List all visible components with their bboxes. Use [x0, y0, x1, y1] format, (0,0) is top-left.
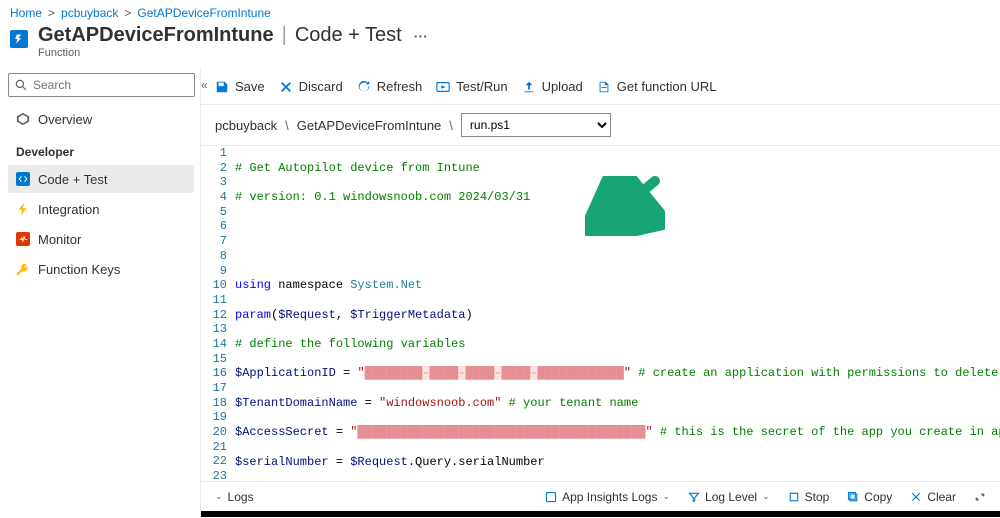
title-name: GetAPDeviceFromIntune — [38, 24, 274, 47]
upload-icon — [522, 80, 536, 94]
breadcrumb-resource[interactable]: pcbuyback — [61, 6, 118, 20]
page-title: GetAPDeviceFromIntune | Code + Test ··· — [38, 24, 428, 47]
logs-toggle[interactable]: ⌄ Logs — [215, 490, 254, 504]
search-input-wrapper[interactable] — [8, 73, 195, 97]
key-icon — [16, 262, 30, 276]
logs-bar: ⌄ Logs App Insights Logs ⌄ Log Level ⌄ S… — [201, 481, 1000, 511]
sidebar-item-function-keys[interactable]: Function Keys — [8, 255, 194, 283]
breadcrumb-home[interactable]: Home — [10, 6, 42, 20]
chevron-down-icon: ⌄ — [662, 491, 670, 502]
page-header: GetAPDeviceFromIntune | Code + Test ··· … — [0, 22, 1000, 69]
stop-button[interactable]: Stop — [788, 490, 830, 504]
expand-icon — [974, 491, 986, 503]
stop-icon — [788, 491, 800, 503]
toolbar: Save Discard Refresh Test/Run Upload Get… — [201, 69, 1000, 105]
search-icon — [15, 79, 27, 91]
path-segment: pcbuyback — [215, 118, 277, 133]
search-input[interactable] — [33, 78, 188, 92]
path-segment: GetAPDeviceFromIntune — [297, 118, 442, 133]
clear-icon — [910, 491, 922, 503]
sidebar-item-label: Monitor — [38, 232, 81, 247]
link-icon — [597, 80, 611, 94]
sidebar-item-label: Code + Test — [38, 172, 108, 187]
function-icon — [10, 30, 28, 48]
sidebar-item-label: Integration — [38, 202, 99, 217]
sidebar-item-label: Function Keys — [38, 262, 120, 277]
sidebar-item-integration[interactable]: Integration — [8, 195, 194, 223]
get-function-url-button[interactable]: Get function URL — [597, 79, 717, 94]
filter-icon — [688, 491, 700, 503]
copy-button[interactable]: Copy — [847, 490, 892, 504]
test-run-button[interactable]: Test/Run — [436, 79, 507, 94]
breadcrumb-sep: > — [124, 6, 131, 20]
code-body[interactable]: # Get Autopilot device from Intune # ver… — [235, 146, 1000, 481]
discard-button[interactable]: Discard — [279, 79, 343, 94]
insights-icon — [545, 491, 557, 503]
refresh-icon — [357, 80, 371, 94]
file-select[interactable]: run.ps1 — [461, 113, 611, 137]
chevron-down-icon: ⌄ — [215, 491, 223, 502]
page-subtitle: Function — [38, 47, 428, 59]
main-pane: Save Discard Refresh Test/Run Upload Get… — [200, 69, 1000, 517]
chevron-down-icon: ⌄ — [762, 491, 770, 502]
expand-button[interactable] — [974, 491, 986, 503]
breadcrumb: Home > pcbuyback > GetAPDeviceFromIntune — [0, 0, 1000, 22]
overview-icon — [16, 112, 30, 126]
sidebar: « Overview Developer Code + Test Integra… — [0, 69, 200, 517]
file-path-row: pcbuyback \ GetAPDeviceFromIntune \ run.… — [201, 105, 1000, 145]
discard-icon — [279, 80, 293, 94]
breadcrumb-current[interactable]: GetAPDeviceFromIntune — [137, 6, 270, 20]
save-icon — [215, 80, 229, 94]
sidebar-item-label: Overview — [38, 112, 92, 127]
refresh-button[interactable]: Refresh — [357, 79, 423, 94]
upload-button[interactable]: Upload — [522, 79, 583, 94]
sidebar-section-developer: Developer — [8, 135, 194, 163]
play-icon — [436, 80, 450, 94]
path-sep: \ — [285, 118, 289, 133]
title-section: Code + Test — [295, 24, 402, 47]
code-editor[interactable]: 1234567891011121314151617181920212223 # … — [201, 145, 1000, 481]
sidebar-item-overview[interactable]: Overview — [8, 105, 194, 133]
path-sep: \ — [449, 118, 453, 133]
save-button[interactable]: Save — [215, 79, 265, 94]
sidebar-item-code-test[interactable]: Code + Test — [8, 165, 194, 193]
app-insights-dropdown[interactable]: App Insights Logs ⌄ — [545, 490, 670, 504]
log-level-dropdown[interactable]: Log Level ⌄ — [688, 490, 770, 504]
more-actions-button[interactable]: ··· — [406, 28, 428, 44]
bolt-icon — [16, 202, 30, 216]
code-icon — [16, 172, 30, 186]
copy-icon — [847, 491, 859, 503]
clear-button[interactable]: Clear — [910, 490, 956, 504]
monitor-icon — [16, 232, 30, 246]
line-gutter: 1234567891011121314151617181920212223 — [201, 146, 235, 481]
footer-strip — [201, 511, 1000, 517]
sidebar-item-monitor[interactable]: Monitor — [8, 225, 194, 253]
breadcrumb-sep: > — [48, 6, 55, 20]
